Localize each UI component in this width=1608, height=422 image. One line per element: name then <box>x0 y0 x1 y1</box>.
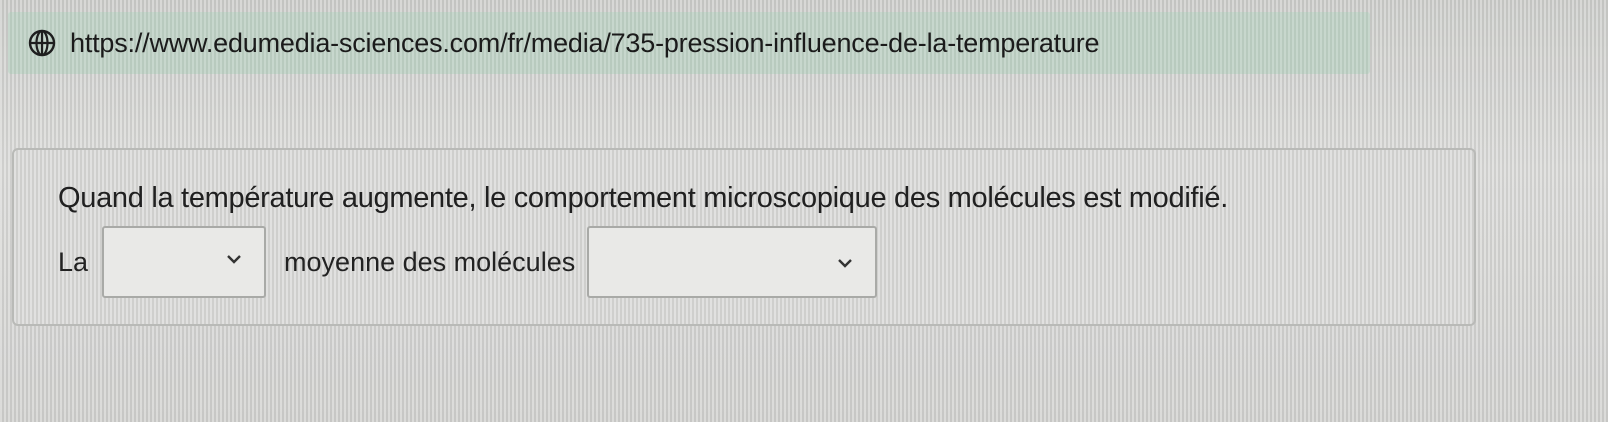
question-statement: Quand la température augmente, le compor… <box>58 182 1228 214</box>
globe-icon <box>26 27 58 59</box>
answer-select-2[interactable] <box>587 226 878 298</box>
sentence-part-1: La <box>58 246 89 277</box>
answer-select-1[interactable] <box>102 226 267 298</box>
sentence-part-2: moyenne des molécules <box>284 246 576 277</box>
answer-sentence: La moyenne des molécules <box>58 226 878 298</box>
chevron-down-icon <box>226 252 242 264</box>
chevron-down-icon <box>837 256 853 268</box>
question-card: Quand la température augmente, le compor… <box>12 148 1476 326</box>
address-bar[interactable]: https://www.edumedia-sciences.com/fr/med… <box>8 12 1370 74</box>
url-text: https://www.edumedia-sciences.com/fr/med… <box>70 27 1100 58</box>
